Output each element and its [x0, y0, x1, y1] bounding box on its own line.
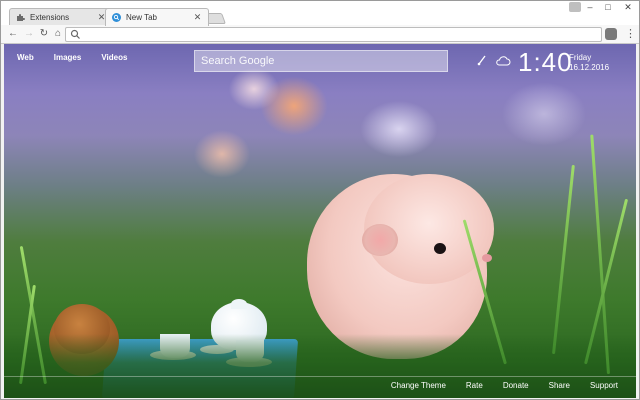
home-icon[interactable]: ⌂	[52, 28, 64, 40]
tab-new-tab[interactable]: New Tab ✕	[105, 8, 209, 26]
tab-title: Extensions	[30, 12, 70, 22]
grass-blade	[552, 164, 575, 355]
close-tab-icon[interactable]: ✕	[193, 12, 202, 23]
browser-toolbar: ← → ↻ ⌂ ⋮	[1, 25, 639, 44]
web-link[interactable]: Web	[17, 53, 34, 62]
puzzle-icon	[16, 13, 25, 22]
change-theme-link[interactable]: Change Theme	[391, 381, 446, 390]
day-label: Friday	[569, 53, 592, 62]
videos-link[interactable]: Videos	[101, 53, 127, 62]
rate-link[interactable]: Rate	[466, 381, 483, 390]
forward-icon[interactable]: →	[23, 28, 35, 40]
support-link[interactable]: Support	[590, 381, 618, 390]
new-tab-page-background	[4, 44, 636, 398]
teapot-lid	[231, 299, 247, 309]
share-link[interactable]: Share	[549, 381, 570, 390]
minimize-icon[interactable]: –	[581, 1, 599, 13]
hamster-eye	[434, 243, 446, 254]
cloud-icon	[496, 55, 511, 65]
hamster-ear	[362, 224, 398, 256]
address-bar[interactable]	[65, 27, 602, 42]
search-icon	[112, 13, 121, 22]
tab-extensions[interactable]: Extensions ✕	[9, 8, 113, 25]
footer-bar: Change Theme Rate Donate Share Support	[4, 376, 636, 396]
search-icon	[70, 29, 80, 39]
hamster-nose	[482, 254, 492, 262]
weather-widget	[477, 53, 517, 67]
browser-window: Extensions ✕ New Tab ✕ – □ ✕ ← → ↻ ⌂ ⋮ W…	[0, 0, 640, 400]
donate-link[interactable]: Donate	[503, 381, 529, 390]
date-display: Friday 16.12.2016	[569, 53, 609, 73]
clock: 1:40	[518, 47, 573, 77]
close-window-icon[interactable]: ✕	[619, 1, 637, 13]
reload-icon[interactable]: ↻	[38, 28, 50, 40]
back-icon[interactable]: ←	[7, 28, 19, 40]
images-link[interactable]: Images	[54, 53, 82, 62]
footer-links: Change Theme Rate Donate Share Support	[391, 381, 618, 390]
tab-strip: Extensions ✕ New Tab ✕ – □ ✕	[1, 1, 639, 26]
extension-icon[interactable]	[605, 28, 617, 40]
top-links: Web Images Videos	[17, 53, 127, 62]
maximize-icon[interactable]: □	[599, 1, 617, 13]
profile-icon[interactable]	[569, 2, 581, 12]
search-input[interactable]	[194, 50, 448, 72]
pen-icon[interactable]	[477, 54, 487, 66]
date-label: 16.12.2016	[569, 63, 610, 72]
tab-title: New Tab	[126, 13, 157, 22]
menu-icon[interactable]: ⋮	[625, 27, 636, 41]
